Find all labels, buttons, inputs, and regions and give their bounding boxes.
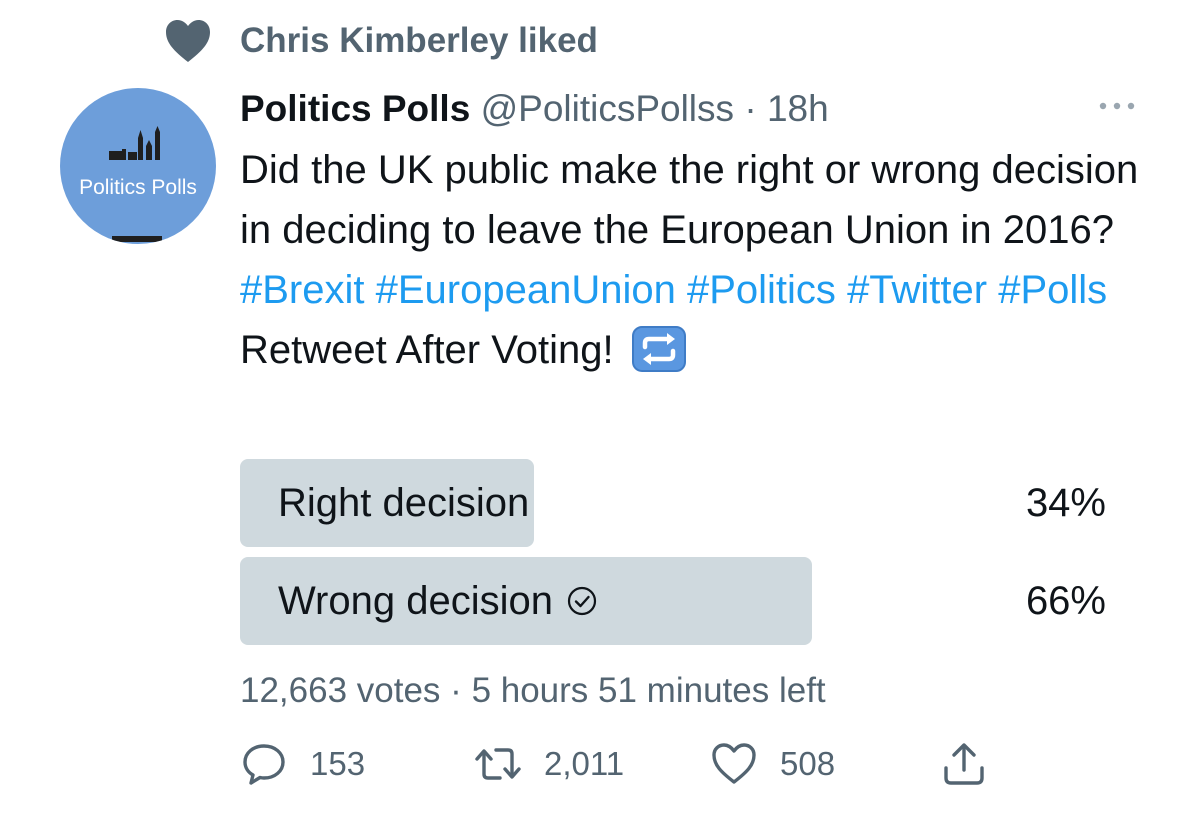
poll-meta: 12,663 votes · 5 hours 51 minutes left (240, 668, 826, 714)
hashtag-twitter[interactable]: #Twitter (847, 268, 987, 312)
like-heart-icon (712, 743, 756, 784)
author-name[interactable]: Politics Polls (240, 88, 470, 129)
hashtag-europeanunion[interactable]: #EuropeanUnion (376, 268, 676, 312)
retweet-count: 2,011 (544, 745, 625, 782)
poll-percent-right: 34% (1025, 481, 1106, 525)
like-button[interactable]: 508 (710, 738, 835, 790)
more-options-icon[interactable] (1096, 96, 1138, 116)
reply-icon (243, 744, 285, 785)
poll-option-right[interactable]: Right decision 34% (240, 459, 1106, 547)
poll-label-wrong-text: Wrong decision (278, 579, 553, 623)
tweet-header: Politics Polls @PoliticsPollss · 18h (240, 84, 829, 134)
share-icon (944, 743, 984, 785)
poll-label-wrong: Wrong decision (278, 557, 597, 645)
poll-label-right: Right decision (278, 481, 530, 525)
poll-percent-wrong: 66% (1025, 579, 1106, 623)
poll-votes: 12,663 votes (240, 671, 441, 710)
hashtag-politics[interactable]: #Politics (687, 268, 836, 312)
tweet-time[interactable]: 18h (767, 88, 829, 129)
tweet-text: Did the UK public make the right or wron… (240, 140, 1150, 380)
poll-option-wrong[interactable]: Wrong decision 66% (240, 557, 1106, 645)
retweet-button[interactable]: 2,011 (474, 738, 624, 790)
reply-count: 153 (310, 745, 366, 782)
retweet-emoji-icon (631, 326, 686, 372)
like-count: 508 (780, 745, 836, 782)
check-circle-icon (567, 586, 597, 616)
hashtag-polls[interactable]: #Polls (998, 268, 1107, 312)
avatar[interactable]: Politics Polls (60, 88, 216, 244)
hashtag-brexit[interactable]: #Brexit (240, 268, 365, 312)
share-button[interactable] (940, 738, 988, 790)
tweet-text-cta: Retweet After Voting! (240, 328, 625, 372)
heart-icon (166, 20, 210, 62)
retweet-icon (475, 748, 521, 780)
poll-meta-separator: · (450, 671, 462, 710)
author-handle[interactable]: @PoliticsPollss (481, 88, 734, 129)
tweet-text-main: Did the UK public make the right or wron… (240, 148, 1139, 252)
avatar-label: Politics Polls (79, 176, 197, 199)
header-separator: · (744, 88, 757, 129)
reply-button[interactable]: 153 (240, 738, 365, 790)
liked-by-text[interactable]: Chris Kimberley liked (240, 18, 598, 64)
parliament-logo-icon (109, 126, 162, 242)
poll-time-left: 5 hours 51 minutes left (471, 671, 826, 710)
